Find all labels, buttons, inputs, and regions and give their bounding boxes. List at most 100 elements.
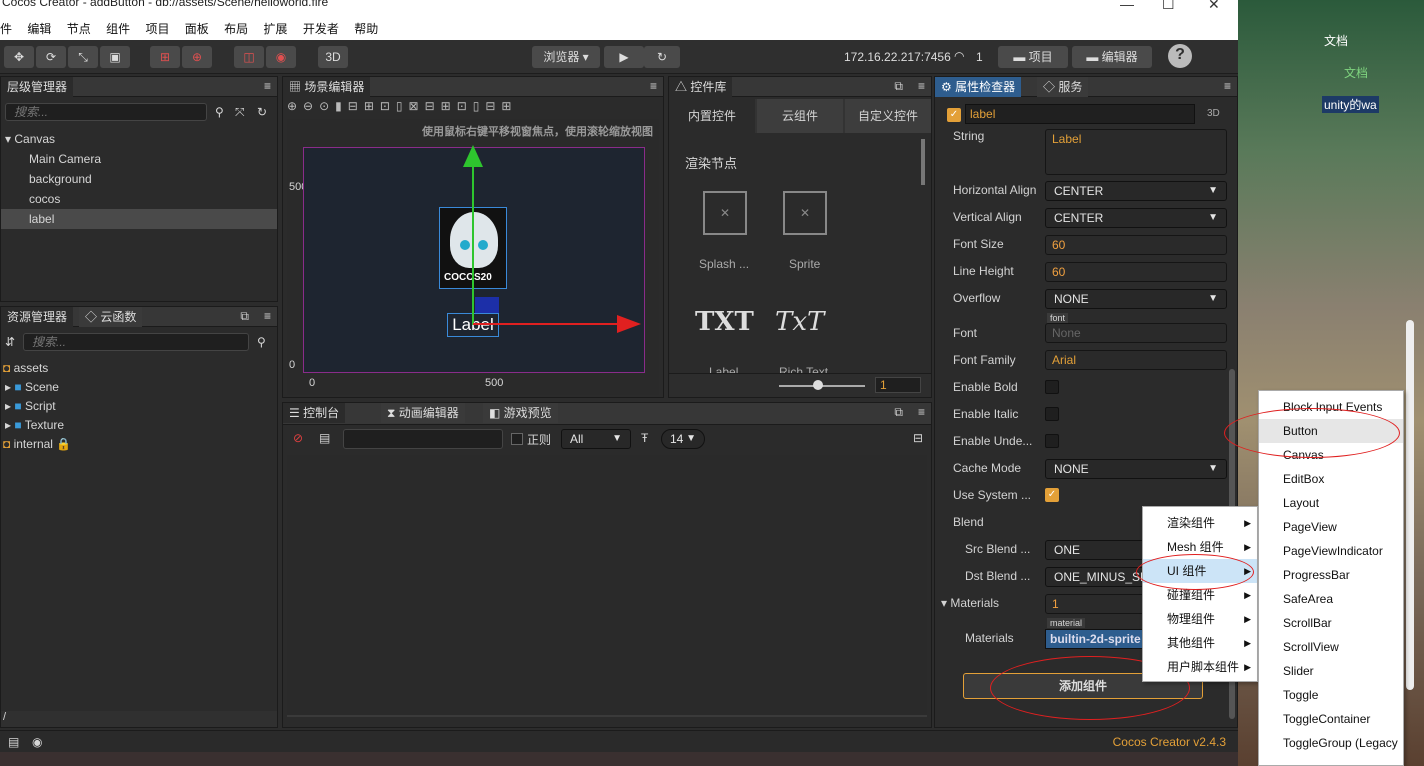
rotate-tool-icon[interactable]: ⟳ — [36, 46, 66, 68]
search-icon[interactable]: ⚲ — [215, 105, 224, 119]
badge-3d[interactable]: 3D — [1207, 108, 1220, 119]
tab-builtin[interactable]: 内置控件 — [669, 99, 755, 133]
submenu-item-pageview-indicator[interactable]: PageViewIndicator — [1259, 539, 1403, 563]
submenu-item-slider[interactable]: Slider — [1259, 659, 1403, 683]
project-button[interactable]: ▬ 项目 — [998, 46, 1068, 68]
submenu-item-editbox[interactable]: EditBox — [1259, 467, 1403, 491]
hierarchy-search[interactable]: 搜索... — [5, 103, 207, 121]
play-icon[interactable]: ▶ — [604, 46, 644, 68]
prop-cache-select[interactable]: NONE — [1045, 459, 1227, 479]
submenu-item-toggle[interactable]: Toggle — [1259, 683, 1403, 707]
asset-folder-script[interactable]: ▸ ■ Script — [5, 399, 56, 413]
cloud-function-tab[interactable]: ◇ 云函数 — [79, 307, 143, 327]
prop-string-input[interactable]: Label — [1045, 129, 1227, 175]
scene-viewport[interactable]: 使用鼠标右键平移视窗焦点，使用滚轮缩放视图 500 0 0 500 COCOS2… — [287, 119, 659, 395]
assets-search[interactable]: 搜索... — [23, 333, 249, 351]
submenu-item-toggle-container[interactable]: ToggleContainer — [1259, 707, 1403, 731]
tab-custom[interactable]: 自定义控件 — [845, 99, 931, 133]
library-tab[interactable]: △ 控件库 — [669, 77, 733, 97]
pivot-icon[interactable]: ⊞ — [150, 46, 180, 68]
prop-halign-select[interactable]: CENTER — [1045, 181, 1227, 201]
log-file-icon[interactable]: ▤ — [319, 431, 330, 445]
menu-node[interactable]: 节点 — [67, 22, 91, 36]
asset-internal[interactable]: ◘ internal 🔒 — [3, 437, 71, 451]
console-tab[interactable]: ☰ 控制台 — [283, 403, 346, 423]
prop-overflow-select[interactable]: NONE — [1045, 289, 1227, 309]
submenu-item-toggle-group[interactable]: ToggleGroup (Legacy — [1259, 731, 1403, 755]
collapse-icon[interactable]: ⤧ — [235, 105, 245, 120]
submenu-item-scrollbar[interactable]: ScrollBar — [1259, 611, 1403, 635]
submenu-item-progressbar[interactable]: ProgressBar — [1259, 563, 1403, 587]
prop-underline-checkbox[interactable] — [1045, 434, 1059, 448]
menu-file[interactable]: 件 — [0, 22, 12, 36]
x-arrow-icon[interactable] — [617, 315, 641, 333]
menu-help[interactable]: 帮助 — [354, 22, 378, 36]
scale-tool-icon[interactable]: ⤡ — [68, 46, 98, 68]
search-icon[interactable]: ⚲ — [257, 335, 266, 349]
menu-project[interactable]: 项目 — [145, 22, 169, 36]
menu-panel[interactable]: 面板 — [185, 22, 209, 36]
submenu-item-pageview[interactable]: PageView — [1259, 515, 1403, 539]
browser-select[interactable]: 浏览器 ▾ — [532, 46, 600, 68]
asset-root[interactable]: ◘ assets — [3, 361, 48, 375]
prop-bold-checkbox[interactable] — [1045, 380, 1059, 394]
assets-tab[interactable]: 资源管理器 — [1, 307, 74, 327]
submenu-item-scrollview[interactable]: ScrollView — [1259, 635, 1403, 659]
library-item-sprite[interactable]: ✕ — [783, 191, 827, 235]
library-item-richtext-icon[interactable]: TxT — [775, 307, 824, 337]
popout-icon[interactable]: ⧉ — [240, 309, 249, 324]
regex-checkbox[interactable] — [511, 433, 523, 445]
tree-node-background[interactable]: background — [29, 172, 92, 186]
tree-node-main-camera[interactable]: Main Camera — [29, 152, 101, 166]
log-level-select[interactable]: All — [561, 429, 631, 449]
services-tab[interactable]: ◇ 服务 — [1037, 77, 1089, 97]
popout-icon[interactable]: ⧉ — [894, 405, 903, 420]
menu-layout[interactable]: 布局 — [224, 22, 248, 36]
submenu-item-safearea[interactable]: SafeArea — [1259, 587, 1403, 611]
console-filter-input[interactable] — [343, 429, 503, 449]
close-button[interactable]: ✕ — [1208, 0, 1220, 11]
animation-tab[interactable]: ⧗ 动画编辑器 — [381, 403, 465, 423]
node-name-field[interactable]: label — [965, 104, 1195, 124]
rect-tool-icon[interactable]: ▣ — [100, 46, 130, 68]
library-scrollbar[interactable] — [921, 139, 925, 185]
panel-menu-icon[interactable]: ≡ — [918, 405, 925, 419]
prop-font-input[interactable]: None — [1045, 323, 1227, 343]
prop-usesys-checkbox[interactable]: ✓ — [1045, 488, 1059, 502]
x-axis-gizmo[interactable] — [473, 323, 619, 325]
panel-menu-icon[interactable]: ≡ — [650, 79, 657, 93]
prop-italic-checkbox[interactable] — [1045, 407, 1059, 421]
menu-developer[interactable]: 开发者 — [303, 22, 339, 36]
prop-family-input[interactable]: Arial — [1045, 350, 1227, 370]
menu-extension[interactable]: 扩展 — [264, 22, 288, 36]
clear-icon[interactable]: ⊘ — [293, 431, 303, 445]
menu-item-render[interactable]: 渲染组件 ▶ — [1143, 511, 1257, 535]
panel-menu-icon[interactable]: ≡ — [264, 309, 271, 323]
hierarchy-tab[interactable]: 层级管理器 — [1, 77, 74, 97]
prop-valign-select[interactable]: CENTER — [1045, 208, 1227, 228]
desktop-icon-doc2[interactable]: 文档 — [1344, 64, 1368, 81]
desktop-icon-doc[interactable]: 文档 — [1324, 32, 1348, 49]
scene-tab[interactable]: ▦ 场景编辑器 — [283, 77, 371, 97]
asset-folder-texture[interactable]: ▸ ■ Texture — [5, 418, 64, 432]
mode-3d-button[interactable]: 3D — [318, 46, 348, 68]
panel-menu-icon[interactable]: ≡ — [264, 79, 271, 93]
asset-folder-scene[interactable]: ▸ ■ Scene — [5, 380, 59, 394]
menu-item-user-script[interactable]: 用户脚本组件 ▶ — [1143, 655, 1257, 679]
menu-component[interactable]: 组件 — [106, 22, 130, 36]
y-arrow-icon[interactable] — [463, 145, 483, 167]
gizmo-icon[interactable]: ◉ — [266, 46, 296, 68]
tree-node-canvas[interactable]: ▾ Canvas — [5, 132, 55, 146]
library-item-label-icon[interactable]: TXT — [695, 307, 754, 337]
tree-node-label[interactable]: label — [29, 212, 54, 226]
y-axis-gizmo[interactable] — [472, 153, 474, 325]
popout-icon[interactable]: ⧉ — [894, 79, 903, 94]
prop-fontsize-input[interactable]: 60 — [1045, 235, 1227, 255]
help-button[interactable]: ? — [1168, 44, 1192, 68]
submenu-item-layout[interactable]: Layout — [1259, 491, 1403, 515]
collapse-console-icon[interactable]: ⊟ — [913, 431, 923, 445]
zoom-slider-handle[interactable] — [813, 380, 823, 390]
sort-icon[interactable]: ⇵ — [5, 335, 15, 349]
refresh-icon[interactable]: ↻ — [257, 105, 267, 119]
editor-button[interactable]: ▬ 编辑器 — [1072, 46, 1152, 68]
